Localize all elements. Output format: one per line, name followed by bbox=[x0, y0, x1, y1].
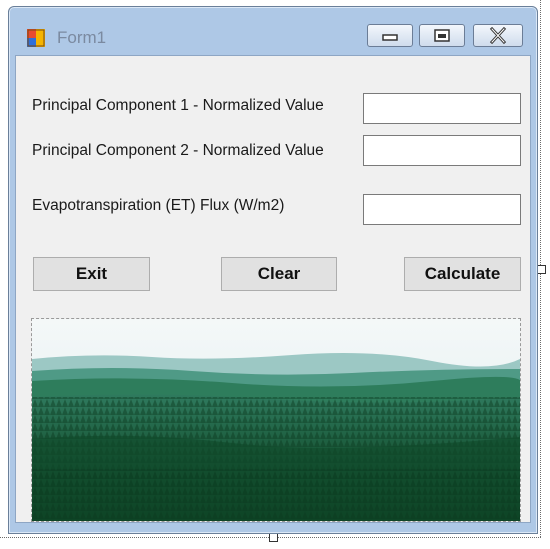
window-title: Form1 bbox=[57, 28, 107, 47]
maximize-icon bbox=[434, 29, 450, 42]
pc2-label: Principal Component 2 - Normalized Value bbox=[32, 142, 324, 159]
form-client-area: Principal Component 1 - Normalized Value… bbox=[15, 55, 531, 523]
title-bar[interactable]: Form1 bbox=[9, 7, 537, 55]
minimize-button[interactable] bbox=[367, 24, 413, 47]
designer-surface: Form1 Principal Component 1 - Normalized… bbox=[0, 0, 550, 549]
et-output[interactable] bbox=[363, 194, 521, 225]
resize-handle-right[interactable] bbox=[537, 265, 546, 274]
close-icon bbox=[489, 26, 507, 45]
exit-button[interactable]: Exit bbox=[33, 257, 150, 291]
resize-handle-bottom[interactable] bbox=[269, 533, 278, 542]
clear-button[interactable]: Clear bbox=[221, 257, 337, 291]
maximize-button[interactable] bbox=[419, 24, 465, 47]
et-label: Evapotranspiration (ET) Flux (W/m2) bbox=[32, 197, 285, 214]
pc2-input[interactable] bbox=[363, 135, 521, 166]
close-button[interactable] bbox=[473, 24, 523, 47]
pc1-label: Principal Component 1 - Normalized Value bbox=[32, 97, 324, 114]
forest-picture bbox=[31, 318, 521, 522]
form-window: Form1 Principal Component 1 - Normalized… bbox=[8, 6, 538, 534]
pc1-input[interactable] bbox=[363, 93, 521, 124]
calculate-button[interactable]: Calculate bbox=[404, 257, 521, 291]
forest-landscape-image bbox=[32, 319, 520, 521]
minimize-icon bbox=[382, 34, 398, 41]
app-icon bbox=[27, 29, 45, 47]
